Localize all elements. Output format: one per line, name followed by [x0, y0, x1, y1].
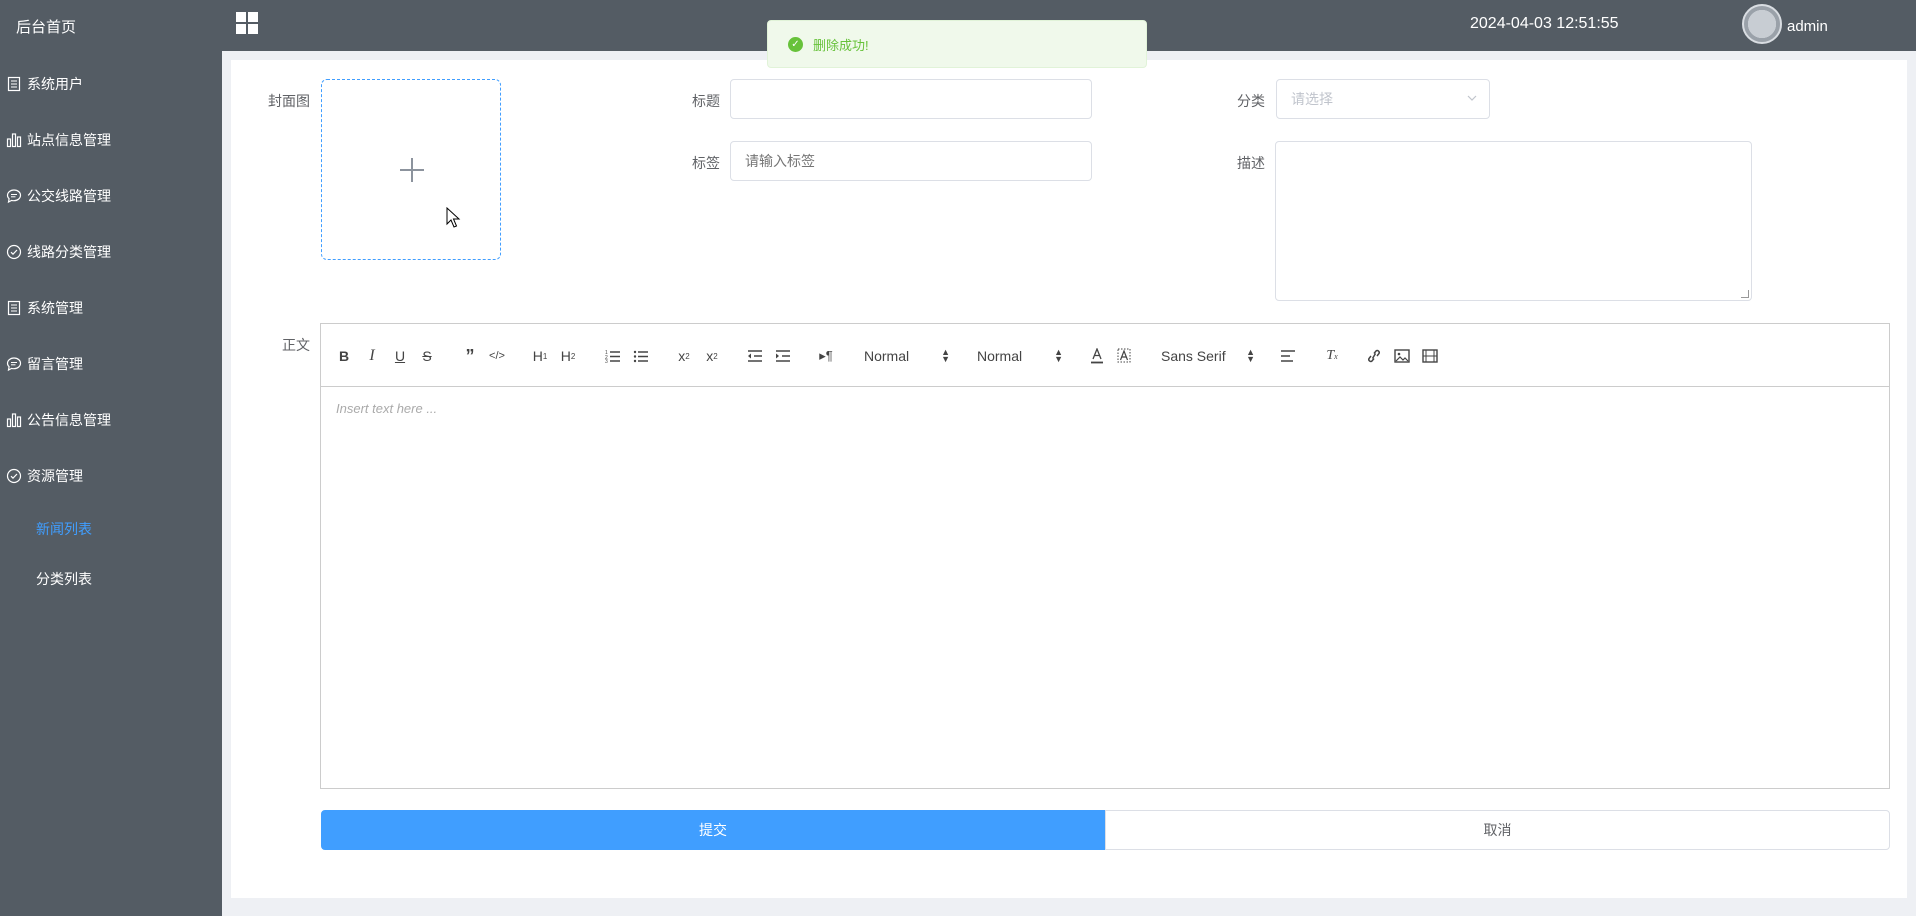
sidebar: 后台首页 系统用户 站点信息管理 公交线路管理 线路分类管理 系统管理 留言管理…: [0, 0, 222, 916]
check-circle-icon: [4, 242, 24, 262]
video-icon[interactable]: [1421, 346, 1439, 366]
bullet-list-icon[interactable]: [632, 346, 650, 366]
category-label: 分类: [1237, 93, 1265, 109]
sidebar-subitem-news-list[interactable]: 新闻列表: [0, 504, 222, 554]
sidebar-item-label: 站点信息管理: [27, 132, 111, 148]
header1-button[interactable]: H1: [531, 346, 549, 366]
font-picker[interactable]: Sans Serif ▲ ▼: [1161, 346, 1255, 366]
sidebar-item-label: 公告信息管理: [27, 412, 111, 428]
rich-text-editor: B I U S ” </> H1 H2 123 x2 x2 ▸¶ Normal ▲…: [320, 323, 1890, 789]
mouse-cursor-icon: [446, 207, 461, 228]
sidebar-item-bus-routes[interactable]: 公交线路管理: [0, 168, 222, 224]
plus-icon: [400, 158, 424, 182]
ordered-list-icon[interactable]: 123: [604, 346, 622, 366]
sidebar-subitem-category-list[interactable]: 分类列表: [0, 554, 222, 604]
category-placeholder: 请选择: [1291, 91, 1333, 107]
chevron-down-icon: [1467, 95, 1477, 101]
size-picker[interactable]: Normal ▲ ▼: [977, 346, 1063, 366]
title-label: 标题: [692, 93, 720, 109]
align-left-icon[interactable]: [1279, 346, 1297, 366]
tag-label: 标签: [692, 155, 720, 171]
sidebar-item-route-category[interactable]: 线路分类管理: [0, 224, 222, 280]
outdent-icon[interactable]: [746, 346, 764, 366]
cover-upload[interactable]: [321, 79, 501, 260]
tag-input[interactable]: [730, 141, 1092, 181]
chat-icon: [4, 354, 24, 374]
sidebar-item-label: 系统用户: [27, 76, 83, 92]
sidebar-item-site-info[interactable]: 站点信息管理: [0, 112, 222, 168]
bar-chart-icon: [4, 130, 24, 150]
blockquote-icon[interactable]: ”: [461, 346, 479, 366]
svg-text:3: 3: [605, 359, 608, 363]
sidebar-item-label: 线路分类管理: [27, 244, 111, 260]
description-label: 描述: [1237, 155, 1265, 171]
sidebar-item-label: 公交线路管理: [27, 188, 111, 204]
editor-placeholder: Insert text here ...: [336, 401, 438, 416]
sidebar-item-messages[interactable]: 留言管理: [0, 336, 222, 392]
link-icon[interactable]: [1365, 346, 1383, 366]
sidebar-item-notices[interactable]: 公告信息管理: [0, 392, 222, 448]
italic-button[interactable]: I: [363, 346, 381, 366]
header-picker[interactable]: Normal ▲ ▼: [864, 346, 950, 366]
avatar[interactable]: [1742, 4, 1782, 44]
title-input[interactable]: [730, 79, 1092, 119]
success-toast: ✓ 删除成功!: [767, 20, 1147, 68]
header2-button[interactable]: H2: [559, 346, 577, 366]
header-datetime: 2024-04-03 12:51:55: [1470, 15, 1619, 32]
size-picker-value: Normal: [977, 348, 1023, 364]
check-circle-icon: [4, 466, 24, 486]
text-color-icon[interactable]: [1088, 346, 1106, 366]
sidebar-item-resources[interactable]: 资源管理: [0, 448, 222, 504]
header-picker-value: Normal: [864, 348, 910, 364]
grid-menu-icon[interactable]: [236, 12, 258, 34]
background-color-icon[interactable]: [1115, 346, 1133, 366]
category-select[interactable]: 请选择: [1276, 79, 1490, 119]
sidebar-item-label: 留言管理: [27, 356, 83, 372]
cancel-button[interactable]: 取消: [1105, 810, 1890, 850]
updown-caret-icon: ▲ ▼: [941, 347, 950, 364]
editor-toolbar: B I U S ” </> H1 H2 123 x2 x2 ▸¶ Normal ▲…: [321, 324, 1889, 387]
updown-caret-icon: ▲ ▼: [1054, 347, 1063, 364]
toast-message: 删除成功!: [813, 37, 869, 53]
updown-caret-icon: ▲ ▼: [1246, 347, 1255, 364]
sidebar-item-system-management[interactable]: 系统管理: [0, 280, 222, 336]
text-direction-icon[interactable]: ▸¶: [817, 346, 835, 366]
document-icon: [4, 298, 24, 318]
sidebar-home[interactable]: 后台首页: [0, 0, 222, 56]
check-icon: ✓: [788, 36, 803, 52]
document-icon: [4, 74, 24, 94]
editor-content[interactable]: Insert text here ...: [321, 387, 1889, 430]
bar-chart-icon: [4, 410, 24, 430]
clear-format-icon[interactable]: Tx: [1323, 346, 1341, 366]
resize-grip-icon[interactable]: [1741, 290, 1749, 298]
code-icon[interactable]: </>: [488, 346, 506, 366]
cover-label: 封面图: [268, 93, 310, 109]
underline-button[interactable]: U: [391, 346, 409, 366]
sidebar-item-label: 系统管理: [27, 300, 83, 316]
strike-button[interactable]: S: [418, 346, 436, 366]
bold-button[interactable]: B: [335, 346, 353, 366]
username[interactable]: admin: [1787, 18, 1828, 35]
indent-icon[interactable]: [774, 346, 792, 366]
description-textarea[interactable]: [1275, 141, 1752, 301]
chat-icon: [4, 186, 24, 206]
sidebar-item-system-users[interactable]: 系统用户: [0, 56, 222, 112]
sidebar-item-label: 资源管理: [27, 468, 83, 484]
image-icon[interactable]: [1393, 346, 1411, 366]
subscript-button[interactable]: x2: [675, 346, 693, 366]
font-picker-value: Sans Serif: [1161, 348, 1226, 364]
submit-button[interactable]: 提交: [321, 810, 1105, 850]
body-label: 正文: [282, 337, 310, 353]
superscript-button[interactable]: x2: [703, 346, 721, 366]
